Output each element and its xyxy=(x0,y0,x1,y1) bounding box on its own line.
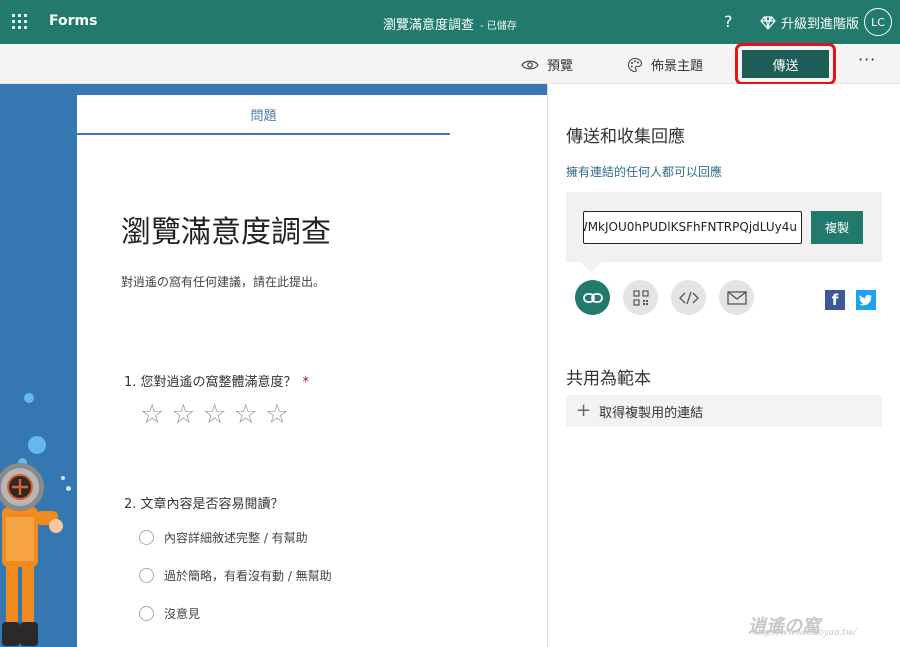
send-button[interactable]: 傳送 xyxy=(742,50,829,78)
star-icon[interactable]: ☆ xyxy=(140,401,164,428)
avatar[interactable]: LC xyxy=(864,8,892,36)
choice-option-label: 內容詳細敘述完整 / 有幫助 xyxy=(164,531,308,545)
app-name[interactable]: Forms xyxy=(49,13,97,29)
email-icon[interactable] xyxy=(719,280,754,315)
share-template-title: 共用為範本 xyxy=(566,369,651,389)
watermark: 逍遙の窩 http://www.xiaoyao.tw/ xyxy=(748,612,856,638)
upgrade-label: 升級到進階版 xyxy=(781,17,860,32)
preview-button[interactable]: 預覽 xyxy=(521,55,573,74)
rating-stars: ☆ ☆ ☆ ☆ ☆ xyxy=(140,401,289,428)
choice-option-label: 沒意見 xyxy=(164,607,201,621)
link-icon[interactable] xyxy=(575,280,610,315)
radio-button[interactable] xyxy=(139,530,154,545)
send-button-highlight: 傳送 xyxy=(735,43,836,85)
question-2-label[interactable]: 2. 文章內容是否容易閱讀？ xyxy=(124,493,284,512)
copy-button[interactable]: 複製 xyxy=(811,211,863,244)
help-icon[interactable]: ? xyxy=(724,12,733,31)
star-icon[interactable]: ☆ xyxy=(171,401,195,428)
star-icon[interactable]: ☆ xyxy=(234,401,258,428)
theme-button[interactable]: 佈景主題 xyxy=(627,55,703,74)
get-duplicate-link-label: 取得複製用的連結 xyxy=(599,405,704,421)
form-description[interactable]: 對逍遙の窩有任何建議，請在此提出。 xyxy=(121,273,325,290)
app-launcher-icon[interactable] xyxy=(12,14,28,30)
form-card: 問題 瀏覽滿意度調查 對逍遙の窩有任何建議，請在此提出。 1. 您對逍遙の窩整體… xyxy=(77,95,547,647)
form-title[interactable]: 瀏覽滿意度調查 xyxy=(121,207,331,251)
get-duplicate-link-button[interactable]: + 取得複製用的連結 xyxy=(566,395,882,427)
facebook-icon[interactable]: f xyxy=(825,290,845,310)
embed-code-icon[interactable] xyxy=(671,280,706,315)
bubble xyxy=(24,393,34,403)
twitter-bird-glyph xyxy=(859,294,872,306)
form-canvas: 問題 瀏覽滿意度調查 對逍遙の窩有任何建議，請在此提出。 1. 您對逍遙の窩整體… xyxy=(0,84,547,647)
link-box-pointer xyxy=(580,262,602,272)
link-permission-text[interactable]: 擁有連結的任何人都可以回應 xyxy=(566,163,722,180)
choice-option[interactable]: 沒意見 xyxy=(139,605,200,622)
share-link-field[interactable]: iWMkJOU0hPUDlKSFhFNTRPQjdLUy4u xyxy=(583,211,802,244)
star-icon[interactable]: ☆ xyxy=(202,401,226,428)
diamond-icon xyxy=(760,15,776,30)
radio-button[interactable] xyxy=(139,606,154,621)
choice-option-label: 過於簡略，有看沒有動 / 無幫助 xyxy=(164,569,332,583)
star-icon[interactable]: ☆ xyxy=(265,401,289,428)
app-bar: Forms 瀏覽滿意度調查 - 已儲存 ? 升級到進階版 LC xyxy=(0,0,900,44)
save-status: - 已儲存 xyxy=(480,21,517,32)
twitter-icon[interactable] xyxy=(856,290,876,310)
question-1[interactable]: 1. 您對逍遙の窩整體滿意度？ * xyxy=(124,371,309,390)
document-title: 瀏覽滿意度調查 - 已儲存 xyxy=(383,14,517,33)
more-options-icon[interactable]: ··· xyxy=(858,50,876,69)
link-box: iWMkJOU0hPUDlKSFhFNTRPQjdLUy4u 複製 xyxy=(566,192,882,262)
qr-glyph xyxy=(632,289,649,306)
question-1-label: 1. 您對逍遙の窩整體滿意度？ xyxy=(124,375,297,390)
document-title-text: 瀏覽滿意度調查 xyxy=(383,18,475,33)
choice-option[interactable]: 內容詳細敘述完整 / 有幫助 xyxy=(139,529,308,546)
embed-glyph xyxy=(678,291,699,304)
choice-option[interactable]: 過於簡略，有看沒有動 / 無幫助 xyxy=(139,567,332,584)
link-glyph xyxy=(582,292,603,303)
bubble xyxy=(28,436,46,454)
email-glyph xyxy=(726,290,747,305)
plus-icon: + xyxy=(576,400,592,421)
palette-icon xyxy=(627,57,643,72)
diver-illustration xyxy=(0,463,63,646)
eye-icon xyxy=(521,60,539,69)
radio-button[interactable] xyxy=(139,568,154,583)
send-panel: 傳送和收集回應 擁有連結的任何人都可以回應 iWMkJOU0hPUDlKSFhF… xyxy=(547,84,900,647)
theme-label: 佈景主題 xyxy=(651,59,704,74)
qr-code-icon[interactable] xyxy=(623,280,658,315)
preview-label: 預覽 xyxy=(547,59,574,74)
tab-questions[interactable]: 問題 xyxy=(77,95,450,135)
watermark-url: http://www.xiaoyao.tw/ xyxy=(752,628,857,638)
panel-title: 傳送和收集回應 xyxy=(566,127,685,147)
required-mark: * xyxy=(302,375,310,390)
upgrade-button[interactable]: 升級到進階版 xyxy=(760,13,859,32)
